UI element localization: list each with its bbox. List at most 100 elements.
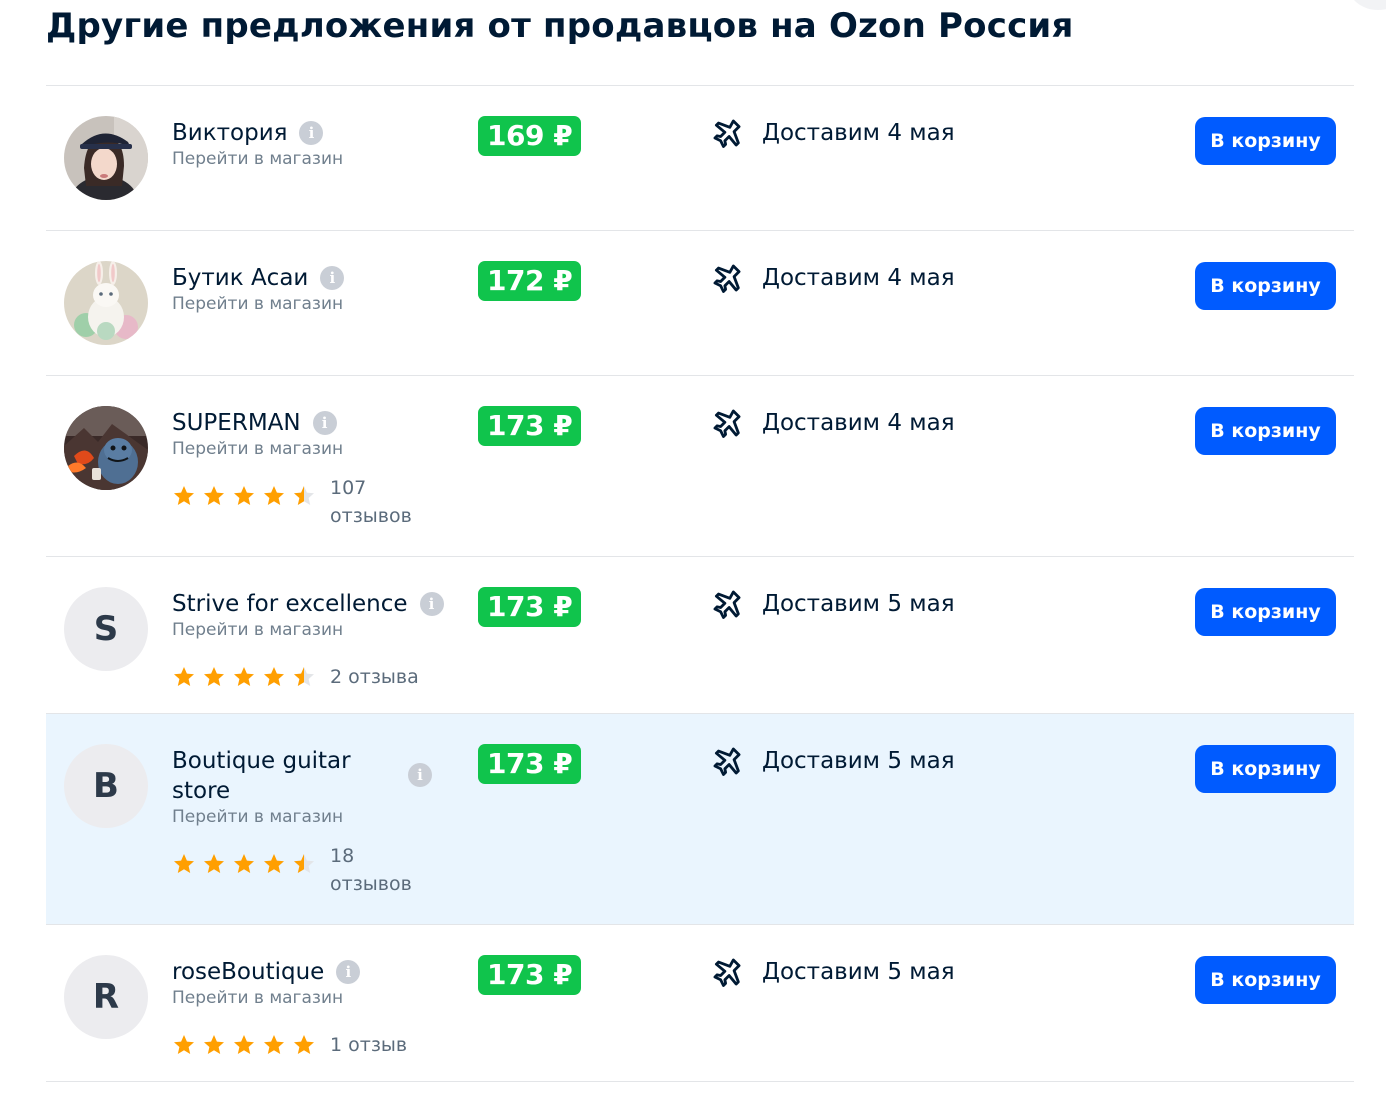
plane-icon: [713, 958, 741, 987]
reviews-count[interactable]: 2 отзыва: [330, 663, 419, 691]
go-to-shop-link[interactable]: Перейти в магазин: [172, 619, 472, 641]
seller-avatar[interactable]: R: [64, 955, 148, 1039]
seller-name[interactable]: Boutique guitar store: [172, 746, 364, 806]
rating-stars: [172, 852, 316, 876]
add-to-cart-button[interactable]: В корзину: [1195, 117, 1336, 165]
reviews-count[interactable]: 18 отзывов: [330, 842, 430, 898]
add-to-cart-button[interactable]: В корзину: [1195, 745, 1336, 793]
seller-info: Boutique guitar store i Перейти в магази…: [172, 746, 432, 898]
rating-stars: [172, 665, 316, 689]
go-to-shop-link[interactable]: Перейти в магазин: [172, 293, 452, 315]
star-icon: [294, 1035, 314, 1054]
price-badge: 172 ₽: [478, 261, 582, 301]
star-icon: [264, 486, 284, 505]
seller-avatar[interactable]: B: [64, 744, 148, 828]
plane-icon: [713, 119, 741, 148]
seller-info: Бутик Асаи i Перейти в магазин: [172, 263, 452, 315]
info-icon[interactable]: i: [320, 266, 345, 290]
delivery-date: Доставим 5 мая: [762, 748, 955, 774]
star-icon: [234, 1035, 254, 1054]
reviews-count[interactable]: 1 отзыв: [330, 1031, 407, 1059]
go-to-shop-link[interactable]: Перейти в магазин: [172, 987, 452, 1009]
add-to-cart-button[interactable]: В корзину: [1195, 407, 1336, 455]
plane-icon: [713, 747, 741, 776]
delivery-date: Доставим 4 мая: [762, 120, 955, 146]
seller-rating[interactable]: 2 отзыва: [172, 655, 472, 691]
star-icon: [264, 1035, 284, 1054]
star-icon: [234, 486, 254, 505]
corner-decoration: [1348, 0, 1386, 10]
seller-info: Виктория i Перейти в магазин: [172, 118, 452, 170]
plane-icon: [713, 264, 741, 293]
star-icon: [204, 667, 224, 686]
info-icon[interactable]: i: [408, 763, 432, 787]
seller-rating[interactable]: 107 отзывов: [172, 474, 452, 530]
seller-row: S Strive for excellence i Перейти в мага…: [46, 557, 1354, 714]
star-icon: [204, 486, 224, 505]
seller-avatar[interactable]: [64, 406, 148, 490]
page-title: Другие предложения от продавцов на Ozon …: [46, 6, 1074, 46]
seller-name[interactable]: Виктория: [172, 118, 287, 148]
star-icon: [204, 1035, 224, 1054]
seller-avatar[interactable]: [64, 116, 148, 200]
go-to-shop-link[interactable]: Перейти в магазин: [172, 148, 452, 170]
reviews-count[interactable]: 107 отзывов: [330, 474, 430, 530]
half-star-icon: [294, 667, 314, 686]
star-icon: [174, 667, 194, 686]
seller-row: SUPERMAN i Перейти в магазин 107 отзывов…: [46, 376, 1354, 557]
seller-name[interactable]: SUPERMAN: [172, 408, 301, 438]
delivery-info: Доставим 4 мая: [710, 261, 955, 295]
price-badge: 173 ₽: [478, 744, 582, 784]
info-icon[interactable]: i: [299, 121, 324, 145]
half-star-icon: [294, 854, 314, 873]
delivery-info: Доставим 4 мая: [710, 116, 955, 150]
star-icon: [204, 854, 224, 873]
price-badge: 173 ₽: [478, 955, 582, 995]
star-icon: [174, 854, 194, 873]
delivery-info: Доставим 4 мая: [710, 406, 955, 440]
seller-avatar[interactable]: S: [64, 587, 148, 671]
half-star-icon: [294, 486, 314, 505]
delivery-info: Доставим 5 мая: [710, 955, 955, 989]
star-icon: [234, 667, 254, 686]
add-to-cart-button[interactable]: В корзину: [1195, 588, 1336, 636]
delivery-info: Доставим 5 мая: [710, 587, 955, 621]
star-icon: [234, 854, 254, 873]
seller-name[interactable]: Strive for excellence: [172, 589, 408, 619]
seller-row: R roseBoutique i Перейти в магазин 1 отз…: [46, 925, 1354, 1082]
delivery-date: Доставим 4 мая: [762, 265, 955, 291]
delivery-date: Доставим 5 мая: [762, 959, 955, 985]
price-badge: 173 ₽: [478, 587, 582, 627]
delivery-date: Доставим 4 мая: [762, 410, 955, 436]
seller-info: roseBoutique i Перейти в магазин 1 отзыв: [172, 957, 452, 1059]
delivery-info: Доставим 5 мая: [710, 744, 955, 778]
price-badge: 169 ₽: [478, 116, 582, 156]
seller-offers-list: Виктория i Перейти в магазин 169 ₽ Доста…: [46, 85, 1354, 1082]
star-icon: [174, 486, 194, 505]
seller-rating[interactable]: 18 отзывов: [172, 842, 432, 898]
rating-stars: [172, 1033, 316, 1057]
info-icon[interactable]: i: [312, 411, 337, 435]
seller-row: Бутик Асаи i Перейти в магазин 172 ₽ Дос…: [46, 231, 1354, 376]
go-to-shop-link[interactable]: Перейти в магазин: [172, 438, 452, 460]
go-to-shop-link[interactable]: Перейти в магазин: [172, 806, 432, 828]
info-icon[interactable]: i: [419, 592, 444, 616]
price-badge: 173 ₽: [478, 406, 582, 446]
add-to-cart-button[interactable]: В корзину: [1195, 956, 1336, 1004]
seller-info: SUPERMAN i Перейти в магазин 107 отзывов: [172, 408, 452, 530]
star-icon: [174, 1035, 194, 1054]
rating-stars: [172, 484, 316, 508]
delivery-date: Доставим 5 мая: [762, 591, 955, 617]
star-icon: [264, 854, 284, 873]
seller-name[interactable]: Бутик Асаи: [172, 263, 308, 293]
seller-row-highlighted: B Boutique guitar store i Перейти в мага…: [46, 714, 1354, 925]
seller-info: Strive for excellence i Перейти в магази…: [172, 589, 472, 691]
seller-rating[interactable]: 1 отзыв: [172, 1023, 452, 1059]
add-to-cart-button[interactable]: В корзину: [1195, 262, 1336, 310]
star-icon: [264, 667, 284, 686]
seller-row: Виктория i Перейти в магазин 169 ₽ Доста…: [46, 86, 1354, 231]
info-icon[interactable]: i: [336, 960, 361, 984]
seller-name[interactable]: roseBoutique: [172, 957, 324, 987]
seller-avatar[interactable]: [64, 261, 148, 345]
plane-icon: [713, 590, 741, 619]
